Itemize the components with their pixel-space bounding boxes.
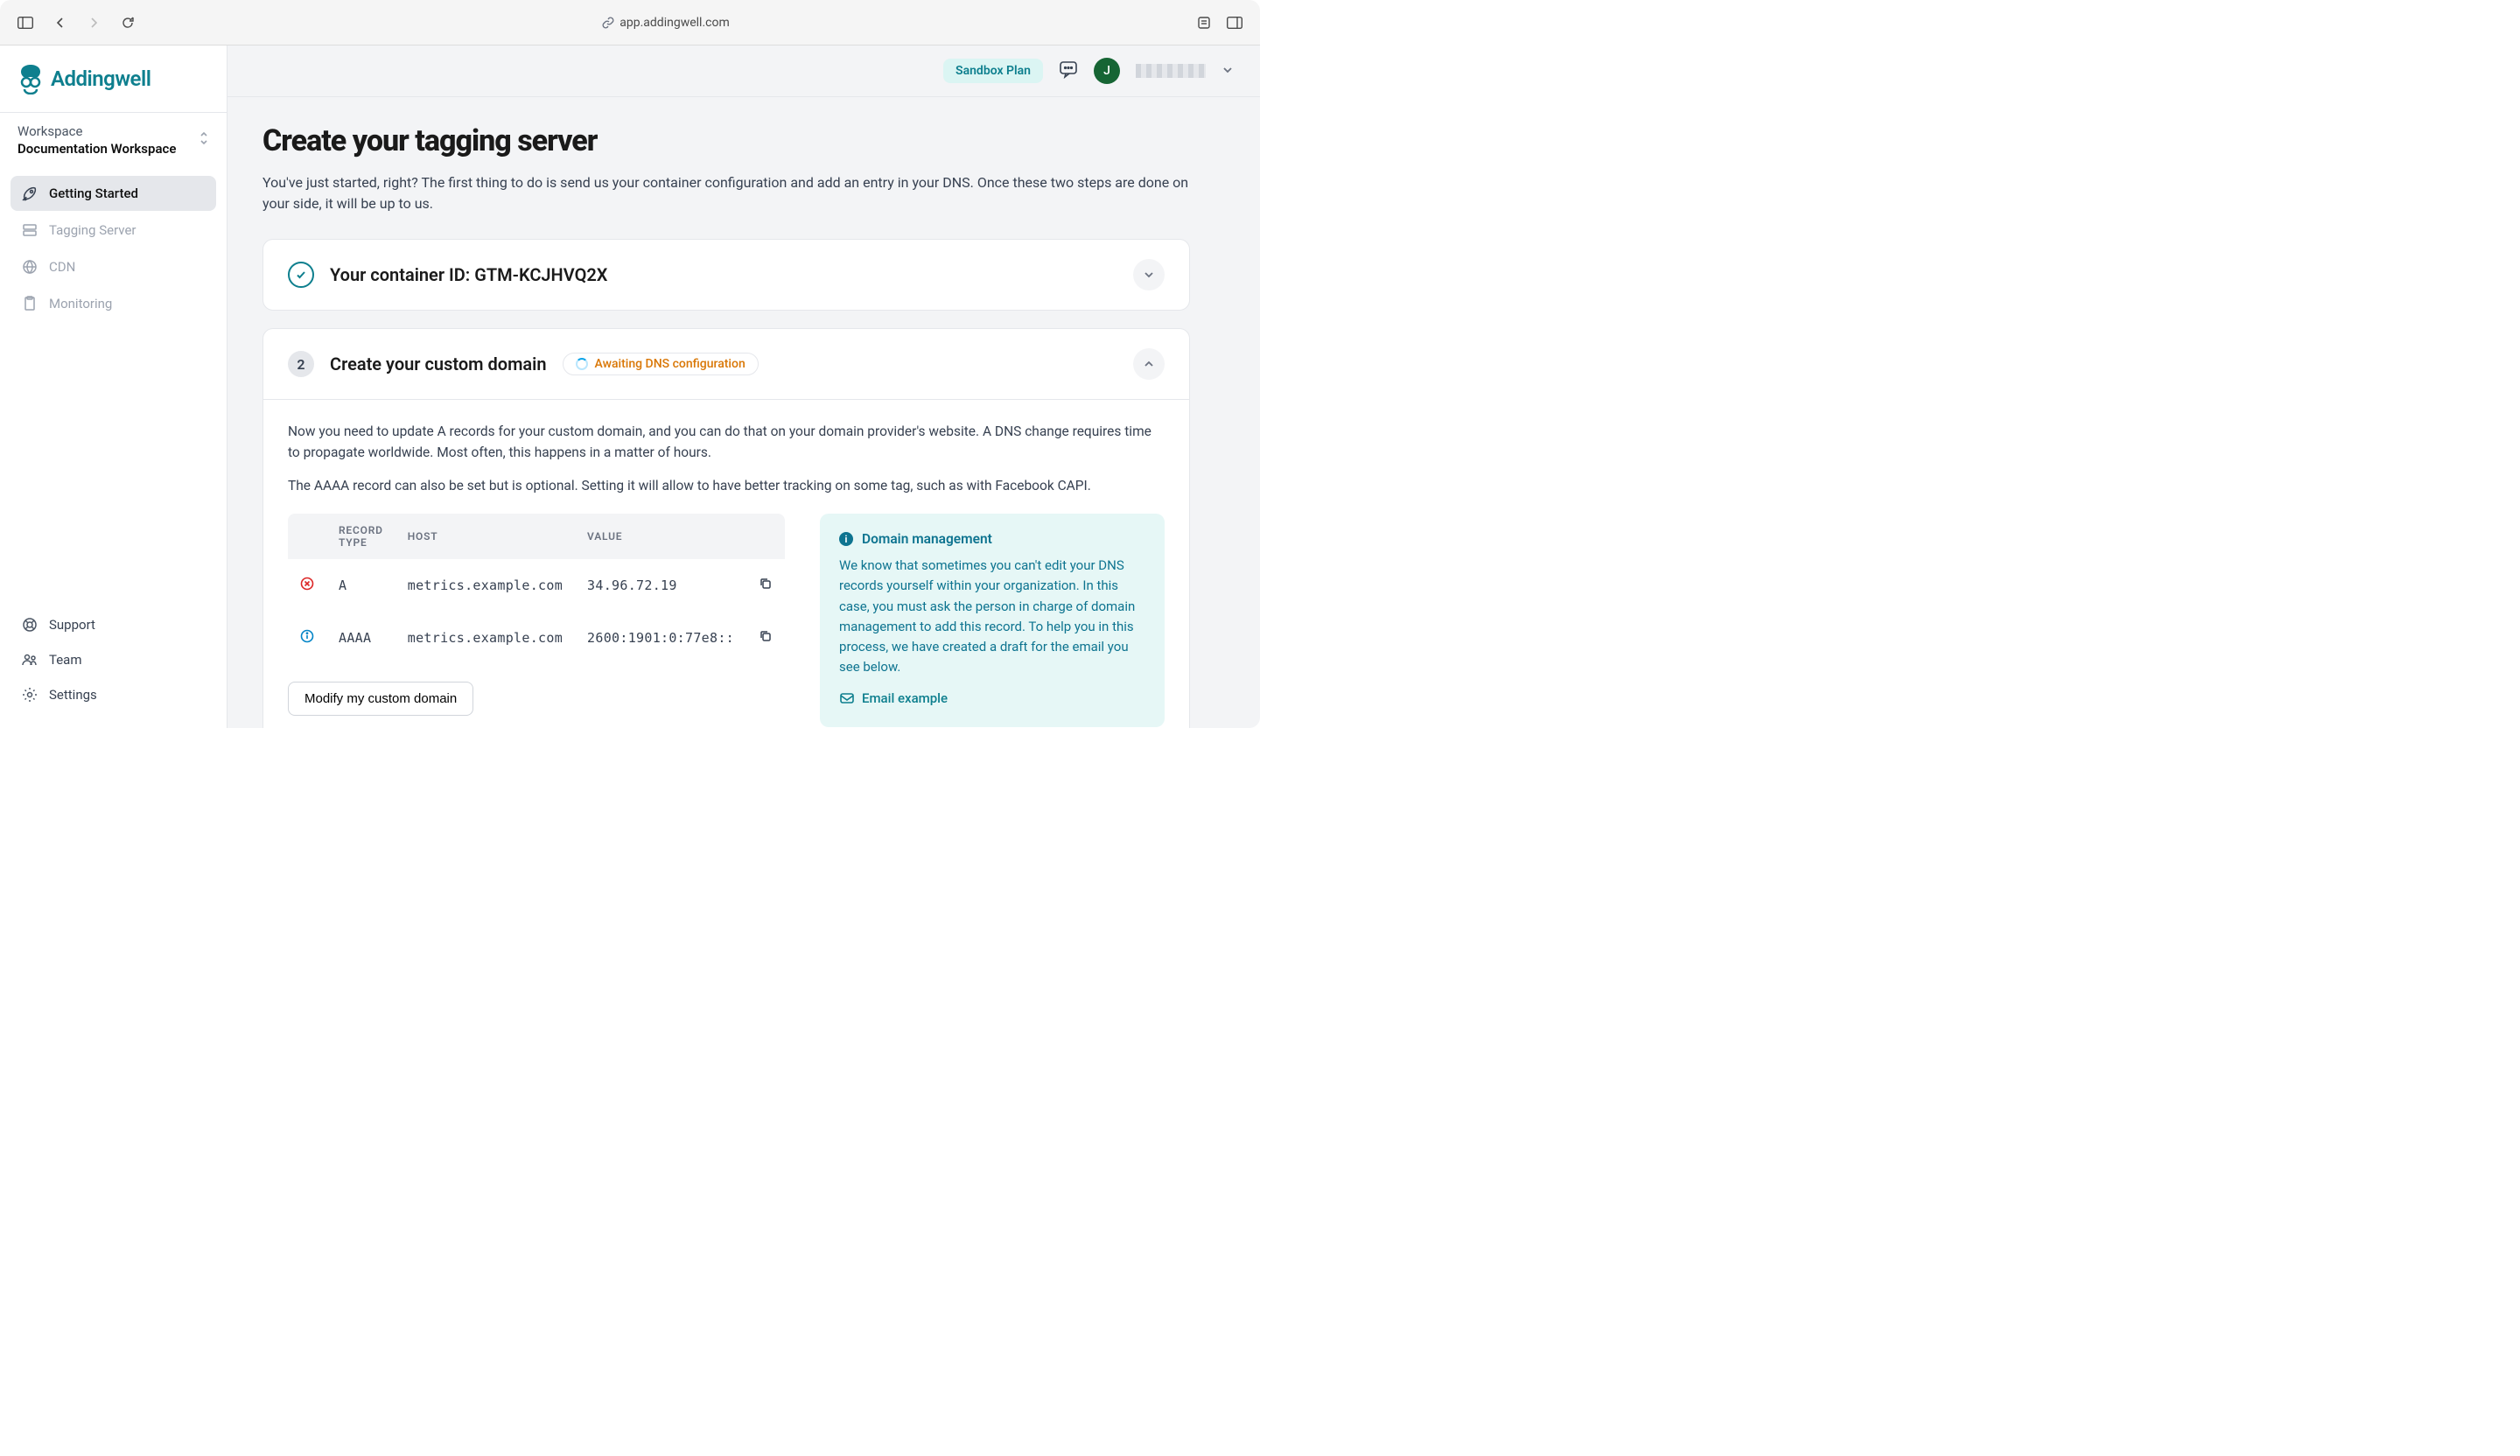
record-type: AAAA bbox=[326, 612, 396, 664]
step1-card: Your container ID: GTM-KCJHVQ2X bbox=[262, 239, 1190, 311]
sidebar-bottom: Support Team Settings bbox=[0, 600, 227, 728]
sidebar: Addingwell Workspace Documentation Works… bbox=[0, 46, 228, 728]
sidebar-toggle-icon[interactable] bbox=[18, 17, 33, 29]
collapse-button[interactable] bbox=[1133, 348, 1165, 380]
link-icon bbox=[602, 17, 614, 29]
status-text: Awaiting DNS configuration bbox=[595, 357, 746, 371]
sidebar-item-support[interactable]: Support bbox=[10, 607, 216, 642]
sidebar-item-tagging-server[interactable]: Tagging Server bbox=[10, 213, 216, 248]
record-host: metrics.example.com bbox=[396, 612, 575, 664]
panel-icon[interactable] bbox=[1227, 17, 1242, 29]
plan-badge[interactable]: Sandbox Plan bbox=[943, 59, 1043, 83]
error-icon bbox=[300, 578, 314, 594]
url-bar[interactable]: app.addingwell.com bbox=[149, 16, 1183, 30]
step-number: 2 bbox=[288, 351, 314, 377]
info-text: We know that sometimes you can't edit yo… bbox=[839, 556, 1145, 678]
gear-icon bbox=[21, 686, 38, 704]
topbar: Sandbox Plan J bbox=[228, 46, 1260, 97]
th-host: HOST bbox=[396, 514, 575, 559]
server-icon bbox=[21, 221, 38, 239]
main-content: Sandbox Plan J Create your tagging serve… bbox=[228, 46, 1260, 728]
forward-icon bbox=[88, 17, 100, 29]
copy-button[interactable] bbox=[759, 631, 773, 647]
step2-title: Create your custom domain bbox=[330, 354, 547, 374]
sidebar-item-cdn[interactable]: CDN bbox=[10, 249, 216, 284]
table-row: A metrics.example.com 34.96.72.19 bbox=[288, 559, 785, 612]
info-icon bbox=[300, 631, 314, 647]
workspace-selector[interactable]: Workspace Documentation Workspace bbox=[0, 112, 227, 171]
globe-icon bbox=[21, 258, 38, 276]
th-record-type: RECORD TYPE bbox=[326, 514, 396, 559]
browser-chrome: app.addingwell.com bbox=[0, 0, 1260, 46]
sidebar-item-label: CDN bbox=[49, 259, 75, 275]
step1-title: Your container ID: GTM-KCJHVQ2X bbox=[330, 264, 607, 285]
page-intro: You've just started, right? The first th… bbox=[262, 172, 1190, 214]
avatar[interactable]: J bbox=[1094, 58, 1120, 84]
reload-icon[interactable] bbox=[121, 16, 135, 30]
table-row: AAAA metrics.example.com 2600:1901:0:77e… bbox=[288, 612, 785, 664]
sidebar-item-label: Tagging Server bbox=[49, 222, 136, 238]
team-icon bbox=[21, 651, 38, 668]
lifebuoy-icon bbox=[21, 616, 38, 634]
brand-name: Addingwell bbox=[51, 66, 150, 91]
workspace-label: Workspace bbox=[18, 123, 176, 139]
chat-icon[interactable] bbox=[1059, 60, 1078, 82]
reader-icon[interactable] bbox=[1197, 16, 1211, 30]
info-badge-icon: i bbox=[839, 532, 853, 546]
info-title: Domain management bbox=[862, 531, 992, 547]
sidebar-item-label: Settings bbox=[49, 687, 97, 703]
page-title: Create your tagging server bbox=[262, 123, 1190, 158]
sidebar-item-label: Support bbox=[49, 617, 95, 633]
record-type: A bbox=[326, 559, 396, 612]
user-name-redacted bbox=[1136, 64, 1206, 78]
record-value: 2600:1901:0:77e8:: bbox=[575, 612, 746, 664]
expand-button[interactable] bbox=[1133, 259, 1165, 290]
dns-table: RECORD TYPE HOST VALUE A bbox=[288, 514, 785, 664]
rocket-icon bbox=[21, 185, 38, 202]
sidebar-item-label: Monitoring bbox=[49, 296, 112, 312]
url-text: app.addingwell.com bbox=[620, 16, 729, 30]
modify-domain-button[interactable]: Modify my custom domain bbox=[288, 682, 473, 716]
clipboard-icon bbox=[21, 295, 38, 312]
step2-body1: Now you need to update A records for you… bbox=[288, 421, 1165, 463]
spinner-icon bbox=[576, 358, 588, 370]
record-value: 34.96.72.19 bbox=[575, 559, 746, 612]
sidebar-item-monitoring[interactable]: Monitoring bbox=[10, 286, 216, 321]
sidebar-item-settings[interactable]: Settings bbox=[10, 677, 216, 712]
step2-card: 2 Create your custom domain Awaiting DNS… bbox=[262, 328, 1190, 728]
record-host: metrics.example.com bbox=[396, 559, 575, 612]
logo-icon bbox=[18, 63, 44, 94]
sidebar-item-team[interactable]: Team bbox=[10, 642, 216, 677]
sidebar-item-getting-started[interactable]: Getting Started bbox=[10, 176, 216, 211]
mail-icon bbox=[839, 690, 855, 706]
th-value: VALUE bbox=[575, 514, 746, 559]
copy-button[interactable] bbox=[759, 578, 773, 594]
step2-body2: The AAAA record can also be set but is o… bbox=[288, 475, 1165, 496]
chevron-down-icon[interactable] bbox=[1222, 63, 1234, 80]
brand-logo[interactable]: Addingwell bbox=[0, 46, 227, 112]
status-pill: Awaiting DNS configuration bbox=[563, 353, 759, 375]
email-example-link[interactable]: Email example bbox=[839, 690, 948, 706]
sidebar-item-label: Team bbox=[49, 652, 82, 668]
check-icon bbox=[288, 262, 314, 288]
nav-list: Getting Started Tagging Server CDN Monit… bbox=[0, 171, 227, 600]
sidebar-item-label: Getting Started bbox=[49, 186, 138, 201]
workspace-name: Documentation Workspace bbox=[18, 141, 176, 157]
info-panel: i Domain management We know that sometim… bbox=[820, 514, 1165, 727]
back-icon[interactable] bbox=[54, 17, 66, 29]
chevron-updown-icon bbox=[199, 130, 209, 150]
